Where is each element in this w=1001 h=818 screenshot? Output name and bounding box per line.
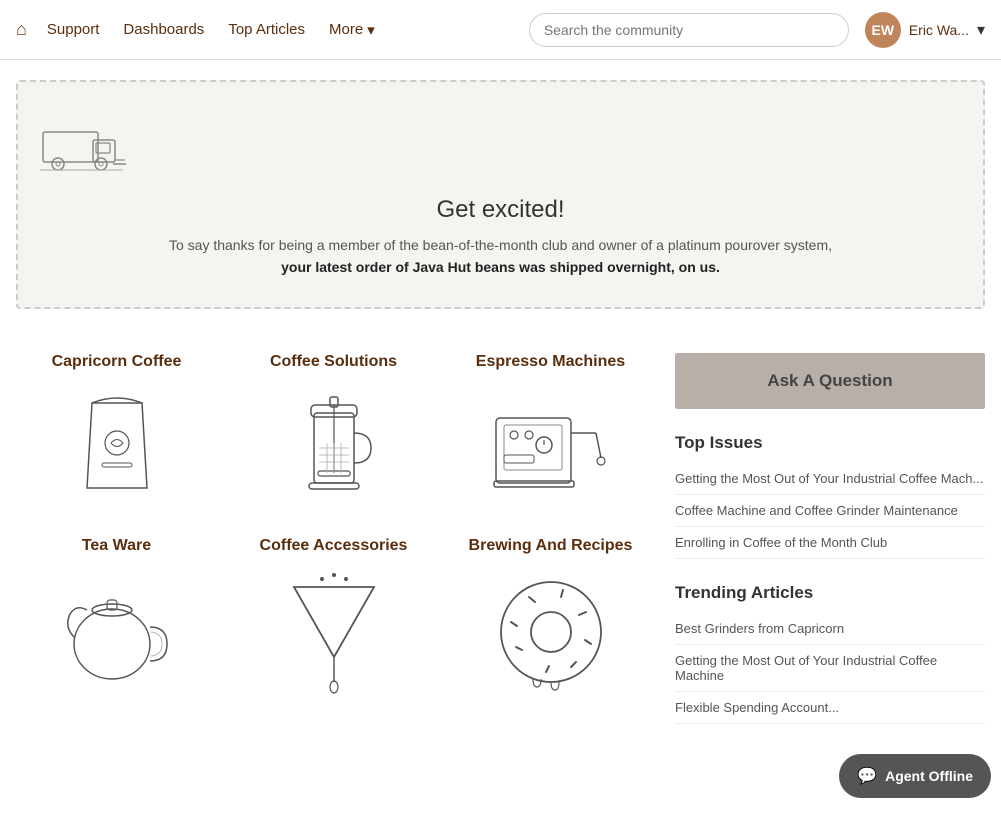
nav-more-button[interactable]: More ▾ (329, 21, 375, 39)
category-coffee-solutions[interactable]: Coffee Solutions (233, 353, 434, 513)
main-content: Capricorn Coffee Coffee Solutions (0, 329, 1001, 748)
chevron-down-icon: ▾ (367, 21, 375, 39)
truck-icon (38, 112, 963, 182)
category-brewing-recipes[interactable]: Brewing And Recipes (450, 537, 651, 697)
category-tea-ware[interactable]: Tea Ware (16, 537, 217, 697)
top-issues-heading: Top Issues (675, 433, 985, 453)
kettle-icon (52, 567, 182, 697)
agent-offline-label: Agent Offline (885, 768, 973, 784)
hero-banner: Get excited! To say thanks for being a m… (16, 80, 985, 309)
espresso-machine-icon (486, 383, 616, 513)
trending-articles-list: Best Grinders from Capricorn Getting the… (675, 613, 985, 724)
hero-title: Get excited! (38, 196, 963, 224)
trending-article-item[interactable]: Getting the Most Out of Your Industrial … (675, 645, 985, 692)
coffee-bag-icon (52, 383, 182, 513)
search-input[interactable] (529, 13, 849, 47)
categories-section: Capricorn Coffee Coffee Solutions (16, 353, 651, 748)
user-chevron-icon: ▾ (977, 20, 985, 40)
trending-articles-heading: Trending Articles (675, 583, 985, 603)
category-capricorn-coffee[interactable]: Capricorn Coffee (16, 353, 217, 513)
trending-article-item[interactable]: Best Grinders from Capricorn (675, 613, 985, 645)
french-press-icon (269, 383, 399, 513)
top-issues-section: Top Issues Getting the Most Out of Your … (675, 433, 985, 559)
top-issues-list: Getting the Most Out of Your Industrial … (675, 463, 985, 559)
avatar: EW (865, 12, 901, 48)
nav-dashboards[interactable]: Dashboards (123, 21, 204, 39)
sidebar: Ask A Question Top Issues Getting the Mo… (675, 353, 985, 748)
category-coffee-accessories[interactable]: Coffee Accessories (233, 537, 434, 697)
chat-icon: 💬 (857, 766, 877, 786)
home-icon[interactable]: ⌂ (16, 19, 27, 40)
user-menu[interactable]: EW Eric Wa... ▾ (865, 12, 985, 48)
username: Eric Wa... (909, 22, 969, 38)
top-issue-item[interactable]: Enrolling in Coffee of the Month Club (675, 527, 985, 559)
agent-offline-widget[interactable]: 💬 Agent Offline (839, 754, 991, 798)
search-area (529, 13, 849, 47)
trending-article-item[interactable]: Flexible Spending Account... (675, 692, 985, 724)
top-issue-item[interactable]: Coffee Machine and Coffee Grinder Mainte… (675, 495, 985, 527)
category-grid: Capricorn Coffee Coffee Solutions (16, 353, 651, 697)
nav-top-articles[interactable]: Top Articles (228, 21, 305, 39)
nav-links: Support Dashboards Top Articles More ▾ (47, 21, 375, 39)
donut-icon (486, 567, 616, 697)
category-espresso-machines[interactable]: Espresso Machines (450, 353, 651, 513)
nav-support[interactable]: Support (47, 21, 100, 39)
filter-icon (269, 567, 399, 697)
hero-body: To say thanks for being a member of the … (151, 234, 851, 279)
trending-articles-section: Trending Articles Best Grinders from Cap… (675, 583, 985, 724)
ask-question-button[interactable]: Ask A Question (675, 353, 985, 409)
top-issue-item[interactable]: Getting the Most Out of Your Industrial … (675, 463, 985, 495)
